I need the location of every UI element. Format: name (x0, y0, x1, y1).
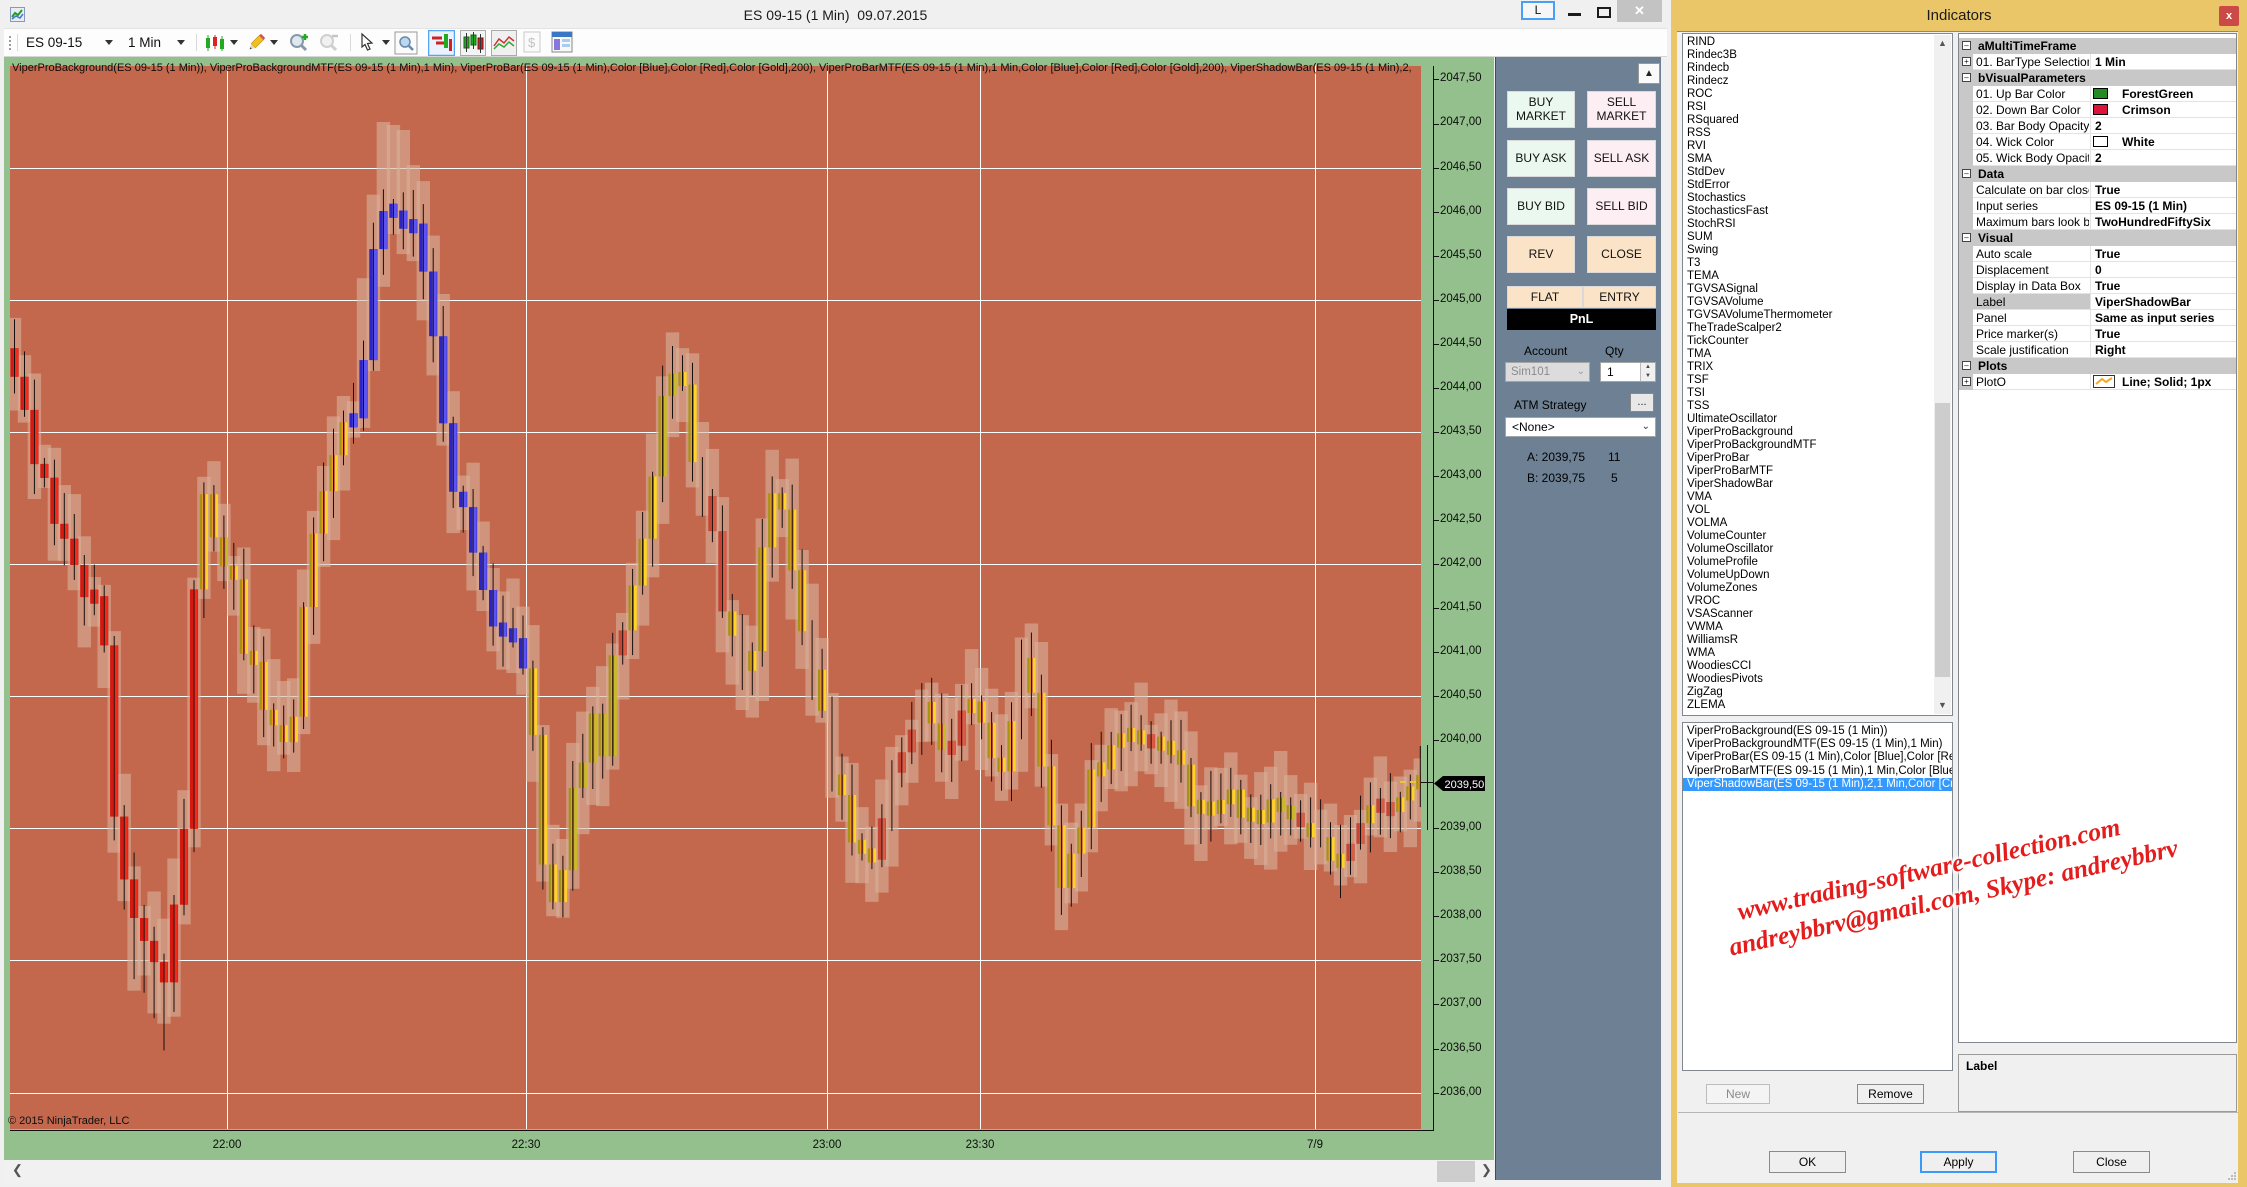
svg-text:2039,50: 2039,50 (1445, 779, 1485, 791)
svg-text:$: $ (528, 35, 536, 50)
